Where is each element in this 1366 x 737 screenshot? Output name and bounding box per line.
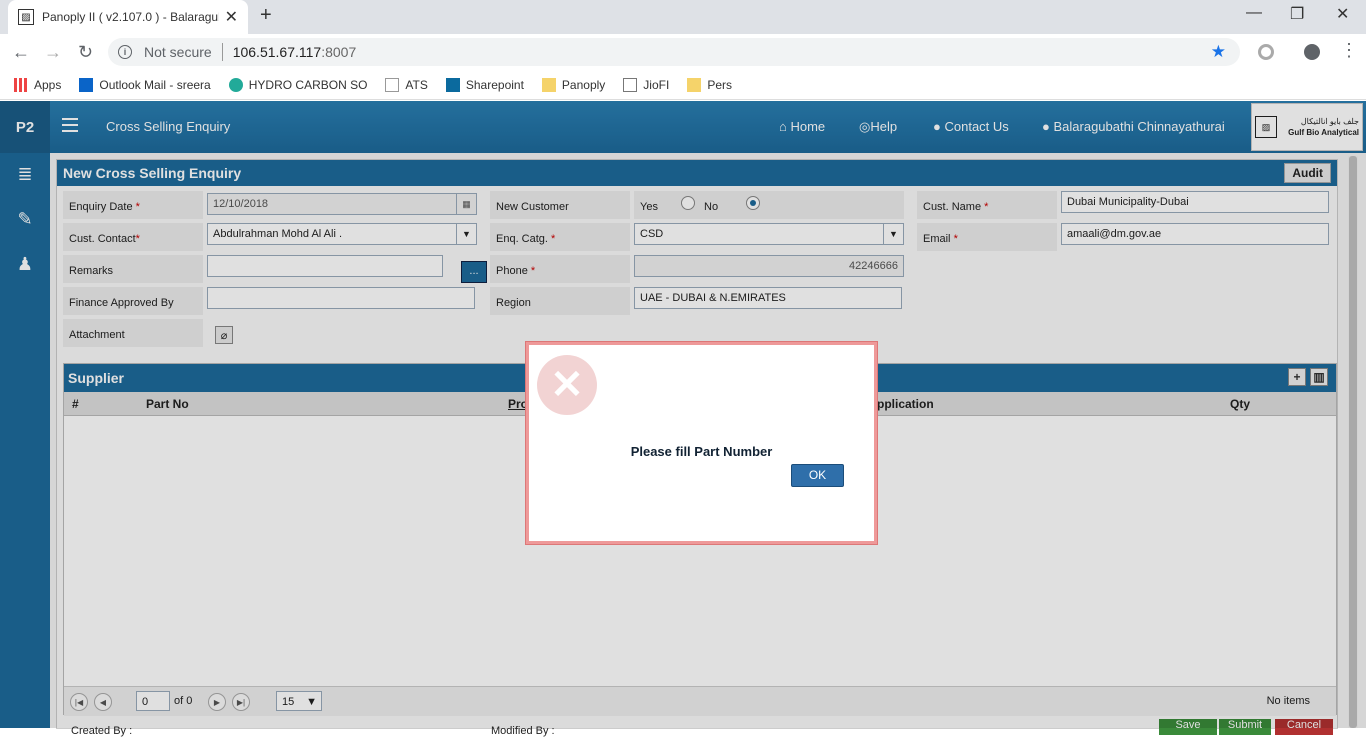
window-close-button[interactable]: ✕ (1336, 4, 1349, 24)
minimize-button[interactable]: — (1246, 4, 1262, 22)
outlook-icon (79, 77, 94, 92)
dialog-message: Please fill Part Number (630, 444, 773, 459)
tab-title: Panoply II ( v2.107.0 ) - Balaragubathi (42, 10, 219, 24)
address-bar-row: ← → ↻ i Not secure 106.51.67.117 :8007 ★… (0, 34, 1366, 70)
bookmark-label: Apps (34, 77, 62, 92)
apps-grid-icon (14, 77, 28, 92)
sharepoint-icon (445, 77, 460, 92)
bookmark-label: JioFI (643, 77, 670, 92)
globe-icon (228, 77, 243, 92)
ok-button[interactable]: OK (791, 464, 844, 487)
info-icon[interactable]: i (118, 45, 132, 59)
folder-icon (687, 77, 702, 92)
tab-favicon-icon: ▨ (18, 9, 34, 25)
bookmarks-bar: Apps Outlook Mail - sreera HYDRO CARBON … (0, 70, 1366, 100)
new-tab-button[interactable]: + (260, 4, 272, 27)
modal-overlay-header (0, 101, 1366, 153)
forward-icon[interactable]: → (44, 42, 62, 63)
page-icon (623, 77, 638, 92)
tab-close-icon[interactable]: ✕ (225, 7, 238, 27)
bookmark-hydrocarbon[interactable]: HYDRO CARBON SO (228, 77, 368, 92)
url-host: 106.51.67.117 (232, 44, 322, 60)
bookmark-label: Sharepoint (465, 77, 524, 92)
bookmark-pers[interactable]: Pers (687, 77, 732, 92)
extension-icon[interactable] (1258, 44, 1274, 60)
bookmark-label: HYDRO CARBON SO (248, 77, 368, 92)
bookmark-label: Pers (707, 77, 732, 92)
reload-icon[interactable]: ↻ (78, 42, 93, 63)
browser-tab-strip: ▨ Panoply II ( v2.107.0 ) - Balaragubath… (0, 0, 1366, 34)
error-dialog: ✕ Please fill Part Number OK (526, 342, 877, 544)
menu-kebab-icon[interactable]: ⋮ (1340, 40, 1358, 61)
restore-button[interactable]: ❐ (1290, 4, 1304, 24)
folder-icon (541, 77, 556, 92)
document-icon (385, 77, 400, 92)
url-port: :8007 (321, 44, 357, 60)
error-icon: ✕ (537, 355, 597, 415)
bookmark-jiofi[interactable]: JioFI (623, 77, 670, 92)
bookmark-sharepoint[interactable]: Sharepoint (445, 77, 524, 92)
url-bar[interactable]: i Not secure 106.51.67.117 :8007 ★ (108, 38, 1240, 66)
bookmark-label: Outlook Mail - sreera (99, 77, 211, 92)
bookmark-label: ATS (405, 77, 428, 92)
bookmark-ats[interactable]: ATS (385, 77, 428, 92)
bookmark-apps[interactable]: Apps (14, 77, 62, 92)
bookmark-star-icon[interactable]: ★ (1211, 42, 1226, 62)
back-icon[interactable]: ← (12, 42, 30, 63)
bookmark-label: Panoply (561, 77, 606, 92)
bookmark-outlook[interactable]: Outlook Mail - sreera (79, 77, 211, 92)
browser-tab[interactable]: ▨ Panoply II ( v2.107.0 ) - Balaragubath… (8, 0, 248, 34)
bookmark-panoply[interactable]: Panoply (541, 77, 606, 92)
security-label: Not secure (144, 44, 212, 60)
profile-avatar-icon[interactable] (1304, 44, 1320, 60)
url-separator (221, 43, 223, 61)
